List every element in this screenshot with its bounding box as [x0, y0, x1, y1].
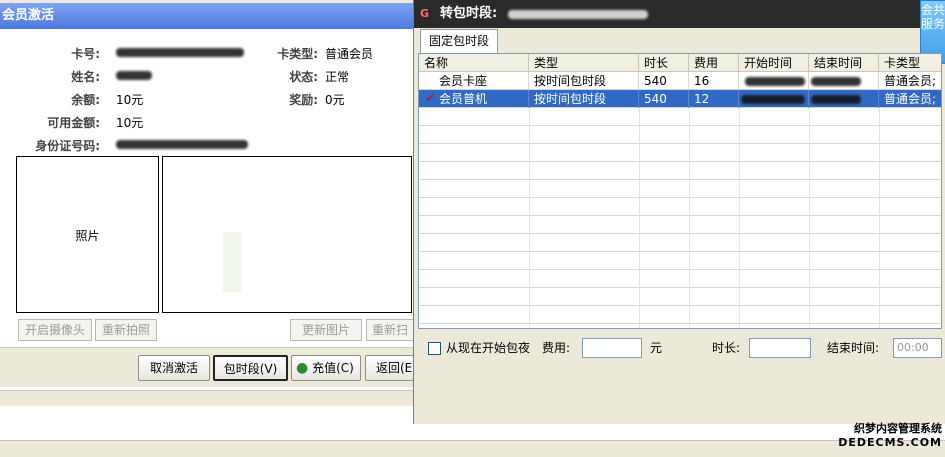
row-fee: 12	[689, 90, 739, 108]
open-camera-button[interactable]: 开启摄像头	[18, 319, 92, 341]
site-watermark: 织梦内容管理系统 DEDECMS.COM	[832, 422, 942, 452]
name-label: 姓名:	[71, 70, 100, 84]
card-no-value-redacted	[116, 48, 244, 57]
dialog-button-bar: 取消激活 包时段(V) ● 充值(C) 返回(E	[0, 347, 414, 387]
bonus-value: 0元	[325, 93, 345, 107]
id-card-image	[223, 232, 241, 292]
package-change-window: G 转包时段: 会共服务 固定包时段 名称 类型 时长 费用 开始时间 结束时间…	[413, 0, 945, 424]
watermark-en: DEDECMS.COM	[838, 436, 942, 449]
row-type: 按时间包时段	[529, 72, 639, 90]
status-value: 正常	[325, 70, 350, 84]
end-time-label: 结束时间:	[827, 341, 880, 355]
app-icon: G	[420, 7, 430, 20]
rescan-button[interactable]: 重新扫	[366, 319, 414, 341]
coins-icon: ●	[296, 360, 309, 376]
row-start-time	[739, 72, 809, 90]
window-title: G 转包时段:	[414, 0, 945, 28]
bottom-status-bar	[0, 440, 945, 457]
col-fee[interactable]: 费用	[689, 54, 739, 72]
duration-label: 时长:	[712, 341, 741, 355]
row-fee: 16	[689, 72, 739, 90]
window-title-text: 转包时段:	[440, 6, 498, 21]
id-card-image-frame	[162, 156, 412, 313]
name-value-redacted	[116, 71, 152, 80]
card-type-value: 普通会员	[325, 47, 374, 61]
col-end-time[interactable]: 结束时间	[809, 54, 879, 72]
table-row-selected[interactable]: ✔ 会员普机 按时间包时段 540 12 普通会员;	[419, 90, 941, 108]
back-button[interactable]: 返回(E	[365, 355, 414, 381]
tab-fixed-package[interactable]: 固定包时段	[420, 29, 498, 53]
row-name: 会员卡座	[419, 72, 529, 90]
card-type-label: 卡类型:	[277, 47, 318, 61]
watermark-cn: 织梦内容管理系统	[854, 422, 942, 435]
row-type: 按时间包时段	[529, 90, 639, 108]
row-duration: 540	[639, 90, 689, 108]
col-duration[interactable]: 时长	[639, 54, 689, 72]
retake-photo-button[interactable]: 重新拍照	[95, 319, 157, 341]
package-options: 从现在开始包夜 费用: 元 时长: 结束时间: 00:00	[418, 330, 942, 372]
table-row[interactable]: 会员卡座 按时间包时段 540 16 普通会员;	[419, 72, 941, 90]
bonus-label: 奖励:	[289, 93, 318, 107]
photo-label: 照片	[75, 229, 100, 243]
table-header: 名称 类型 时长 费用 开始时间 结束时间 卡类型	[419, 54, 941, 72]
row-end-time	[809, 90, 879, 108]
row-card-type: 普通会员;	[879, 90, 941, 108]
update-image-button[interactable]: 更新图片	[290, 319, 362, 341]
status-label: 状态:	[289, 70, 318, 84]
lower-status-strip	[0, 390, 413, 406]
card-no-label: 卡号:	[71, 47, 100, 61]
available-value: 10元	[116, 116, 144, 130]
col-type[interactable]: 类型	[529, 54, 639, 72]
available-label: 可用金额:	[47, 116, 100, 130]
duration-input[interactable]	[749, 338, 811, 358]
recharge-label: 充值(C)	[312, 361, 354, 375]
end-time-input[interactable]: 00:00	[893, 338, 942, 358]
fee-unit: 元	[650, 341, 663, 355]
balance-value: 10元	[116, 93, 144, 107]
id-no-value-redacted	[116, 140, 248, 149]
recharge-button[interactable]: ● 充值(C)	[291, 355, 361, 381]
package-table: 名称 类型 时长 费用 开始时间 结束时间 卡类型 会员卡座 按时间包时段 54…	[418, 53, 942, 329]
col-name[interactable]: 名称	[419, 54, 529, 72]
cancel-activation-button[interactable]: 取消激活	[138, 355, 210, 381]
row-card-type: 普通会员;	[879, 72, 941, 90]
row-start-time	[739, 90, 809, 108]
dialog-title: 会员激活	[0, 3, 414, 29]
balance-label: 余额:	[71, 93, 100, 107]
start-now-label: 从现在开始包夜	[446, 341, 531, 355]
member-activation-dialog: 会员激活 卡号: 卡类型: 普通会员 姓名: 状态: 正常 余额: 10元 奖励…	[0, 0, 414, 390]
col-start-time[interactable]: 开始时间	[739, 54, 809, 72]
photo-frame: 照片	[16, 156, 159, 313]
package-button[interactable]: 包时段(V)	[213, 355, 288, 381]
row-duration: 540	[639, 72, 689, 90]
row-name: 会员普机	[419, 90, 529, 108]
fee-input[interactable]	[582, 338, 642, 358]
start-now-checkbox[interactable]	[428, 342, 441, 355]
col-card-type[interactable]: 卡类型	[879, 54, 941, 72]
id-no-label: 身份证号码:	[35, 139, 100, 153]
row-end-time	[809, 72, 879, 90]
fee-label: 费用:	[542, 341, 571, 355]
member-info-panel: 卡号: 卡类型: 普通会员 姓名: 状态: 正常 余额: 10元 奖励: 0元 …	[0, 29, 414, 390]
title-value-redacted	[508, 10, 648, 19]
